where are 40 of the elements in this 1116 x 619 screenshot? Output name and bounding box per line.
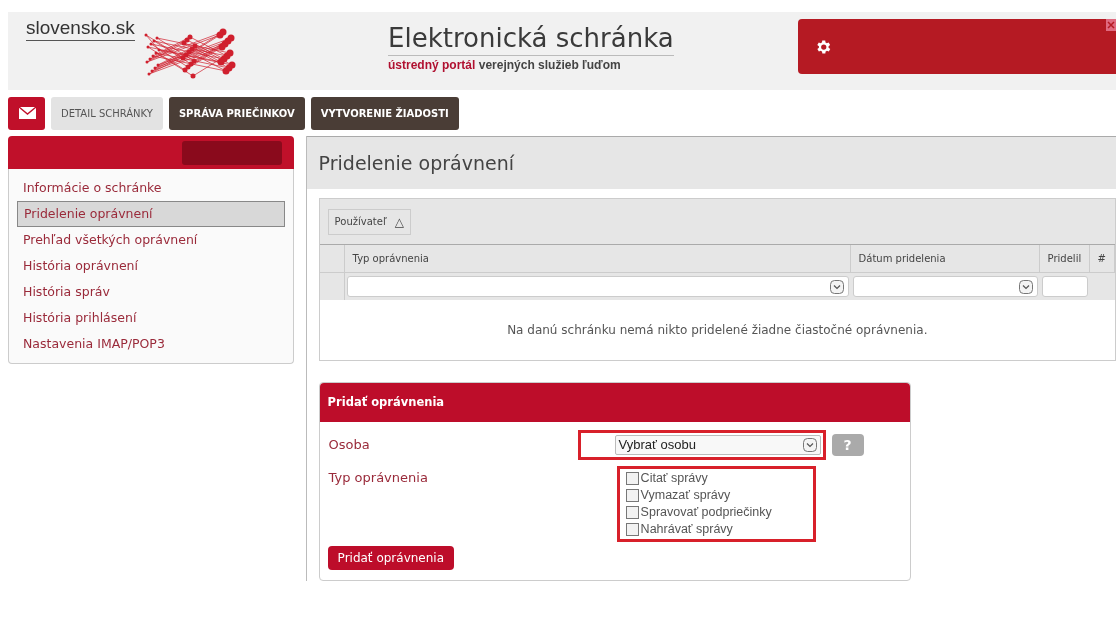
mailbox-icon[interactable]	[8, 96, 45, 130]
site-title: Elektronická schránka	[388, 22, 674, 56]
checkbox[interactable]	[625, 523, 639, 536]
column-header[interactable]: Typ oprávnenia	[344, 245, 851, 272]
person-select[interactable]: Vybrať osobu	[614, 435, 821, 455]
empty-message: Na danú schránku nemá nikto pridelené žiadne čiastočné oprávnenia.	[507, 322, 928, 339]
field-label: Typ oprávnenia	[327, 469, 429, 487]
dropdown-icon	[1018, 279, 1033, 294]
column-header[interactable]: Dátum pridelenia	[850, 245, 1040, 272]
nav-tab[interactable]: DETAIL SCHRÁNKY	[51, 96, 163, 130]
nav-tab[interactable]: VYTVORENIE ŽIADOSTI	[310, 96, 459, 130]
filter-field[interactable]	[1041, 276, 1088, 297]
group-by-chip[interactable]: Používateľ △	[327, 208, 411, 235]
nav-tab[interactable]: SPRÁVA PRIEČINKOV	[168, 96, 305, 130]
filter-field[interactable]	[346, 276, 849, 297]
dropdown-icon	[802, 438, 817, 452]
sidebar-link[interactable]: Nastavenia IMAP/POP3	[17, 331, 285, 357]
checkbox-label: Vymazať správy	[640, 487, 731, 505]
sidebar-link[interactable]: Pridelenie oprávnení	[17, 201, 285, 227]
page-title: Pridelenie oprávnení	[318, 150, 515, 176]
logo-text: slovensko.sk	[26, 16, 135, 41]
checkbox[interactable]	[625, 506, 639, 519]
checkbox-label: Citať správy	[640, 470, 708, 488]
field-label: Osoba	[327, 436, 371, 455]
sidebar-link[interactable]: História správ	[17, 279, 285, 305]
checkbox[interactable]	[625, 489, 639, 502]
panel-title: Pridať oprávnenia	[327, 393, 445, 411]
filter-field[interactable]	[852, 276, 1038, 297]
checkbox[interactable]	[625, 472, 639, 485]
sidebar-link[interactable]: História oprávnení	[17, 253, 285, 279]
sidebar-link[interactable]: História prihlásení	[17, 305, 285, 331]
column-header[interactable]: Pridelil	[1039, 245, 1090, 272]
site-subtitle: ústredný portál verejných služieb ľuďom	[388, 56, 621, 74]
dropdown-icon	[829, 279, 844, 294]
column-header[interactable]: #	[1089, 245, 1115, 272]
sidebar-link[interactable]: Informácie o schránke	[17, 175, 285, 201]
add-permissions-button[interactable]: Pridať oprávnenia	[327, 546, 455, 570]
checkbox-label: Spravovať podpriečinky	[640, 504, 772, 522]
checkbox-label: Nahrávať správy	[640, 521, 733, 539]
sidebar-link[interactable]: Prehľad všetkých oprávnení	[17, 227, 285, 253]
